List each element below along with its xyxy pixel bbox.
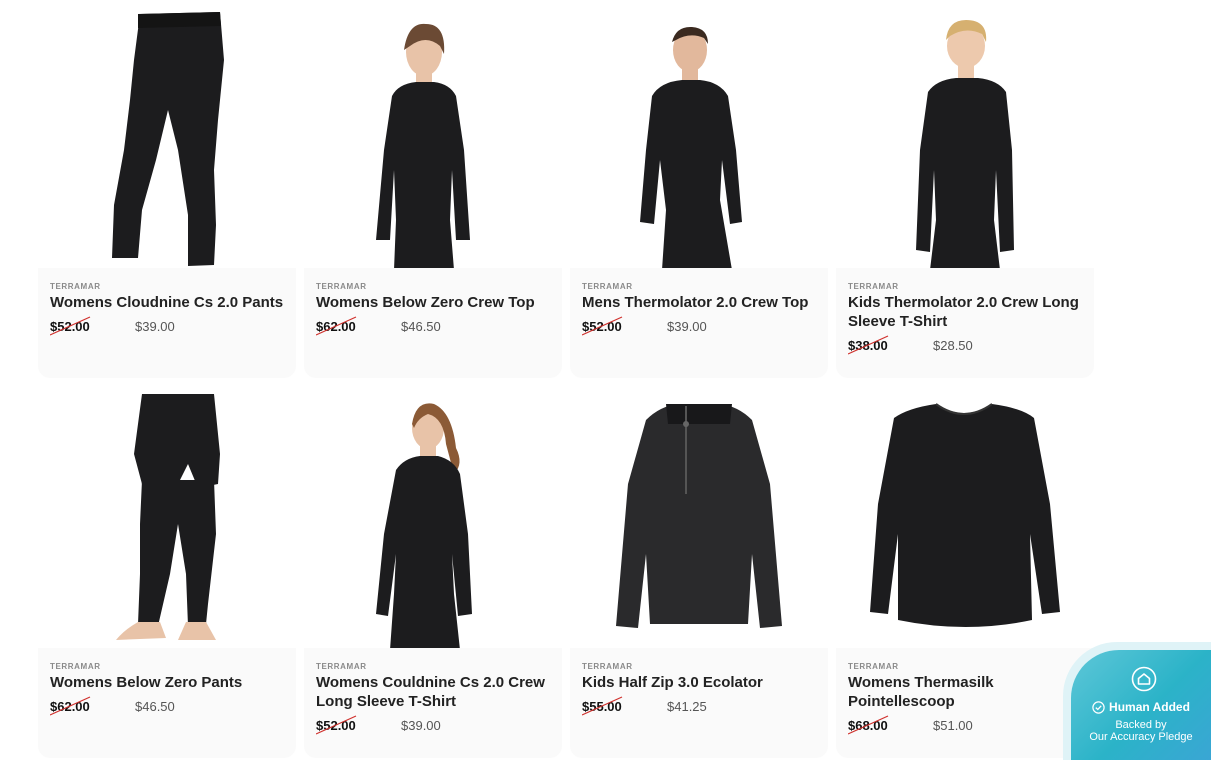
product-info: TERRAMAR Womens Below Zero Crew Top $62.… [304, 268, 562, 378]
human-added-label: Human Added [1071, 700, 1211, 714]
check-circle-icon [1092, 700, 1105, 714]
product-title[interactable]: Womens Thermasilk Pointellescoop [848, 673, 1088, 711]
product-info: TERRAMAR Womens Below Zero Pants $62.00 … [38, 648, 296, 758]
product-card[interactable]: TERRAMAR Womens Below Zero Pants $62.00 … [38, 380, 296, 760]
product-info: TERRAMAR Kids Thermolator 2.0 Crew Long … [836, 268, 1094, 378]
product-card[interactable]: TERRAMAR Kids Thermolator 2.0 Crew Long … [836, 0, 1094, 380]
product-info: TERRAMAR Mens Thermolator 2.0 Crew Top $… [570, 268, 828, 378]
price-row: $55.00 $41.25 [582, 696, 707, 716]
product-title[interactable]: Womens Below Zero Crew Top [316, 293, 556, 312]
product-title[interactable]: Kids Thermolator 2.0 Crew Long Sleeve T-… [848, 293, 1088, 331]
product-card[interactable]: TERRAMAR Kids Half Zip 3.0 Ecolator $55.… [570, 380, 828, 760]
sale-price: $41.25 [667, 699, 707, 714]
product-info: TERRAMAR Womens Couldnine Cs 2.0 Crew Lo… [304, 648, 562, 758]
original-price: $62.00 [50, 696, 135, 716]
sale-price: $39.00 [667, 319, 707, 334]
brand-label: TERRAMAR [316, 282, 367, 291]
product-image[interactable] [38, 394, 296, 664]
brand-label: TERRAMAR [50, 282, 101, 291]
product-title[interactable]: Mens Thermolator 2.0 Crew Top [582, 293, 822, 312]
accuracy-pledge-badge[interactable]: Human Added Backed by Our Accuracy Pledg… [1071, 650, 1211, 760]
model-image [116, 394, 220, 640]
product-title[interactable]: Womens Couldnine Cs 2.0 Crew Long Sleeve… [316, 673, 556, 711]
product-info: TERRAMAR Womens Cloudnine Cs 2.0 Pants $… [38, 268, 296, 378]
price-row: $62.00 $46.50 [316, 316, 441, 336]
product-info: TERRAMAR Kids Half Zip 3.0 Ecolator $55.… [570, 648, 828, 758]
brand-label: TERRAMAR [316, 662, 367, 671]
product-image[interactable] [38, 0, 296, 270]
original-price: $55.00 [582, 696, 667, 716]
product-title[interactable]: Womens Below Zero Pants [50, 673, 290, 692]
product-card[interactable]: TERRAMAR Womens Cloudnine Cs 2.0 Pants $… [38, 0, 296, 380]
accuracy-pledge-text: Backed by Our Accuracy Pledge [1089, 719, 1193, 743]
home-icon [1131, 666, 1157, 692]
product-card[interactable]: TERRAMAR Womens Below Zero Crew Top $62.… [304, 0, 562, 380]
model-image [916, 20, 1014, 270]
original-price: $52.00 [50, 316, 135, 336]
product-title[interactable]: Kids Half Zip 3.0 Ecolator [582, 673, 822, 692]
sale-price: $51.00 [933, 718, 973, 733]
price-row: $38.00 $28.50 [848, 335, 973, 355]
half-zip-image [616, 404, 782, 628]
sale-price: $28.50 [933, 338, 973, 353]
product-image[interactable] [570, 0, 828, 270]
price-row: $62.00 $46.50 [50, 696, 175, 716]
brand-label: TERRAMAR [848, 282, 899, 291]
product-title[interactable]: Womens Cloudnine Cs 2.0 Pants [50, 293, 290, 312]
product-card[interactable]: TERRAMAR Mens Thermolator 2.0 Crew Top $… [570, 0, 828, 380]
price-row: $52.00 $39.00 [50, 316, 175, 336]
leggings-image [112, 12, 224, 266]
product-card[interactable]: TERRAMAR Womens Couldnine Cs 2.0 Crew Lo… [304, 380, 562, 760]
product-image[interactable] [304, 0, 562, 270]
product-card[interactable]: TERRAMAR Womens Thermasilk Pointellescoo… [836, 380, 1094, 760]
brand-label: TERRAMAR [582, 662, 633, 671]
brand-label: TERRAMAR [50, 662, 101, 671]
model-image [376, 403, 472, 650]
original-price: $52.00 [582, 316, 667, 336]
original-price: $38.00 [848, 335, 933, 355]
original-price: $68.00 [848, 715, 933, 735]
brand-label: TERRAMAR [848, 662, 899, 671]
product-image[interactable] [570, 394, 828, 664]
sale-price: $39.00 [401, 718, 441, 733]
long-sleeve-top-image [870, 403, 1060, 627]
product-info: TERRAMAR Womens Thermasilk Pointellescoo… [836, 648, 1094, 758]
sale-price: $46.50 [401, 319, 441, 334]
price-row: $52.00 $39.00 [316, 715, 441, 735]
product-image[interactable] [304, 394, 562, 664]
product-image[interactable] [836, 0, 1094, 270]
original-price: $62.00 [316, 316, 401, 336]
original-price: $52.00 [316, 715, 401, 735]
product-image[interactable] [836, 394, 1094, 664]
price-row: $52.00 $39.00 [582, 316, 707, 336]
model-image [640, 26, 742, 270]
price-row: $68.00 $51.00 [848, 715, 973, 735]
product-grid: TERRAMAR Womens Cloudnine Cs 2.0 Pants $… [38, 0, 1094, 760]
model-image [376, 23, 470, 270]
brand-label: TERRAMAR [582, 282, 633, 291]
sale-price: $46.50 [135, 699, 175, 714]
sale-price: $39.00 [135, 319, 175, 334]
